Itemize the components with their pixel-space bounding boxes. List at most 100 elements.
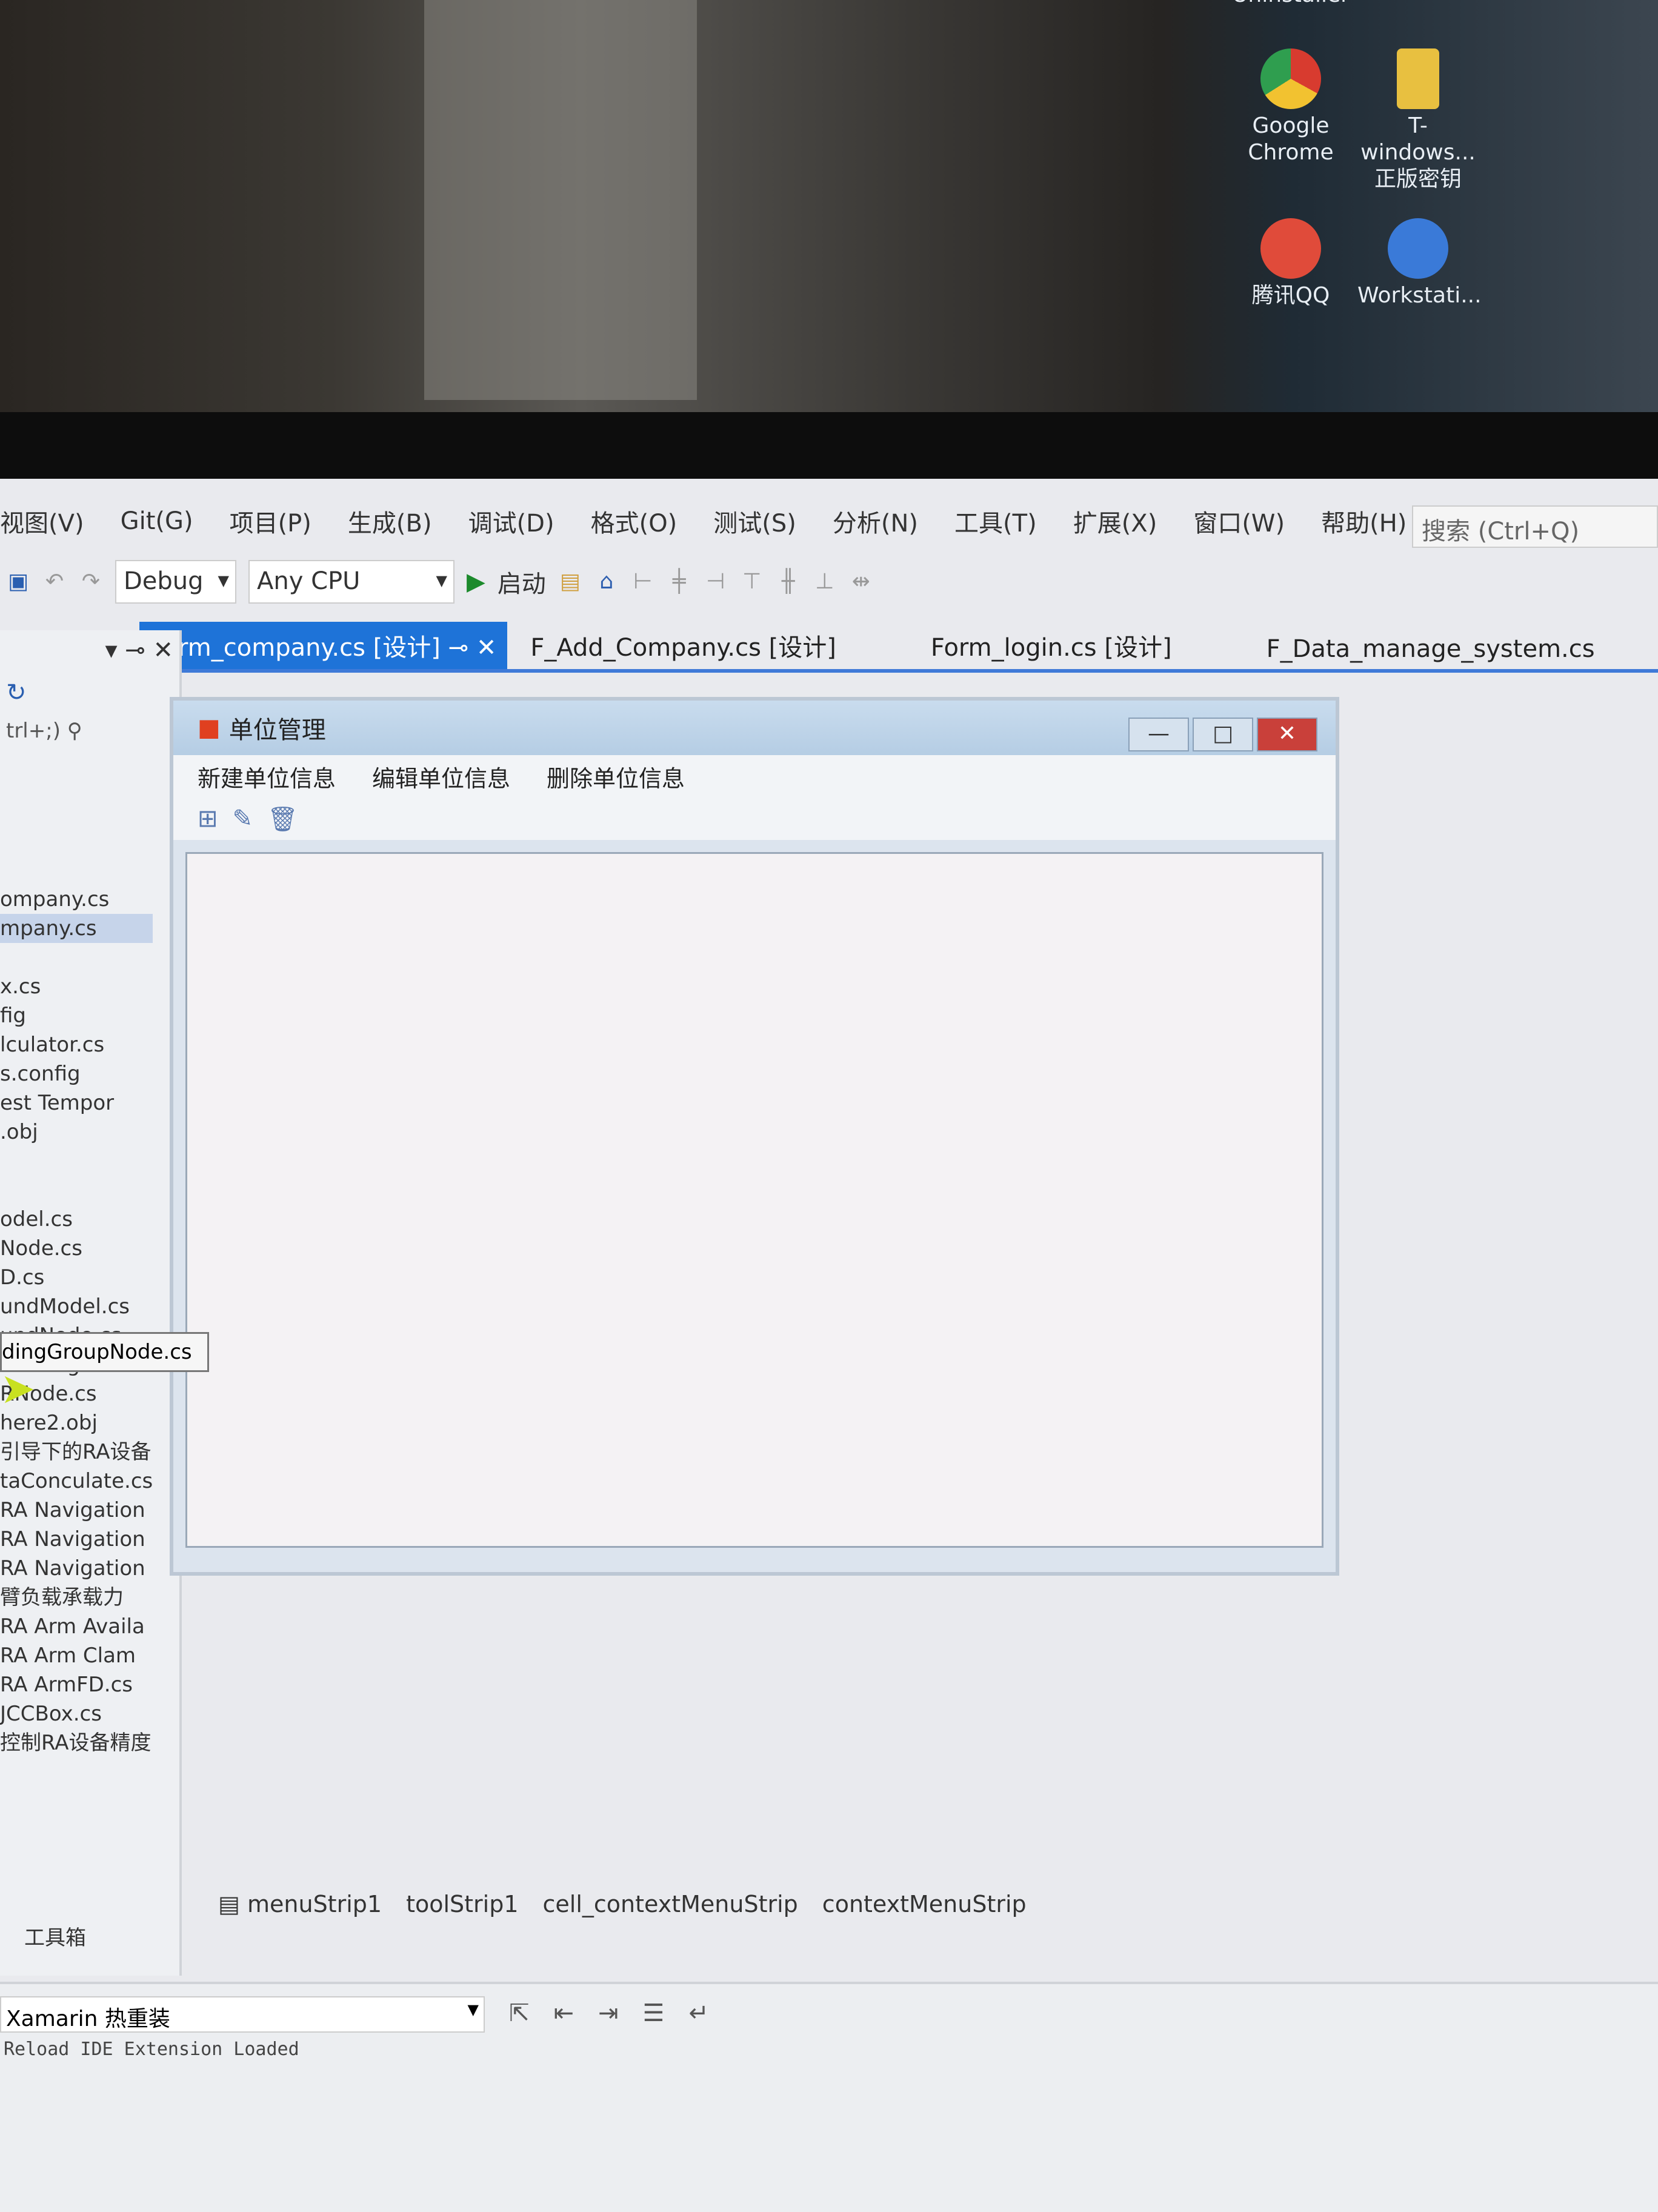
desktop-icon-chrome[interactable]: Google Chrome <box>1230 48 1351 166</box>
tab-f-data-manage-system[interactable]: F_Data_manage_system.cs <box>1256 629 1606 669</box>
menu-new-company[interactable]: 新建单位信息 <box>198 760 336 793</box>
menu-window[interactable]: 窗口(W) <box>1193 504 1285 539</box>
menu-project[interactable]: 项目(P) <box>230 504 311 539</box>
platform-select[interactable]: Any CPU ▼ <box>248 560 454 604</box>
file-item[interactable]: 臂负载承载力 <box>0 1583 153 1612</box>
form-designer[interactable]: ■ 单位管理 — □ ✕ 新建单位信息 编辑单位信息 删除单位信息 ⊞ ✎ 🗑 <box>170 697 1339 1576</box>
file-item[interactable]: RA Navigation <box>0 1554 153 1583</box>
file-item[interactable]: taConculate.cs <box>0 1467 153 1496</box>
key-file-icon <box>1397 48 1439 109</box>
menu-extensions[interactable]: 扩展(X) <box>1073 504 1157 539</box>
go-to-icon[interactable]: ⇱ <box>509 1999 530 2027</box>
maximize-icon[interactable]: □ <box>1193 718 1253 751</box>
close-icon[interactable]: ✕ <box>1257 718 1317 751</box>
file-item[interactable]: 引导下的RA设备 <box>0 1437 153 1467</box>
menu-analyze[interactable]: 分析(N) <box>833 504 918 539</box>
align-middle-icon[interactable]: ╫ <box>776 570 801 594</box>
play-icon[interactable]: ▶ <box>467 568 485 596</box>
chevron-down-icon: ▼ <box>218 572 229 589</box>
config-select[interactable]: Debug ▼ <box>115 560 236 604</box>
file-item[interactable]: est Tempor <box>0 1088 153 1118</box>
form-client-area[interactable] <box>185 852 1323 1548</box>
menu-view[interactable]: 视图(V) <box>0 504 84 539</box>
menu-help[interactable]: 帮助(H) <box>1321 504 1407 539</box>
align-bottom-icon[interactable]: ⊥ <box>813 570 837 594</box>
desktop-icon-key[interactable]: T-windows... 正版密钥 <box>1357 48 1479 193</box>
file-item[interactable]: RA Arm Clam <box>0 1641 153 1670</box>
menu-edit-company[interactable]: 编辑单位信息 <box>372 760 510 793</box>
file-item[interactable]: .obj <box>0 1118 153 1147</box>
menu-delete-company[interactable]: 删除单位信息 <box>547 760 685 793</box>
menu-build[interactable]: 生成(B) <box>348 504 432 539</box>
toolbox-tab[interactable]: 工具箱 <box>24 1921 86 1951</box>
file-item[interactable]: x.cs <box>0 972 153 1001</box>
menu-tools[interactable]: 工具(T) <box>954 504 1037 539</box>
redo-icon[interactable]: ↷ <box>79 570 103 594</box>
align-right-icon[interactable]: ⊣ <box>704 570 728 594</box>
file-item[interactable]: D.cs <box>0 1263 153 1292</box>
menu-debug[interactable]: 调试(D) <box>468 504 554 539</box>
align-center-icon[interactable]: ╪ <box>667 570 691 594</box>
home-icon[interactable]: ⌂ <box>594 570 619 594</box>
solution-explorer: ▾ ⊸ ✕ ↻ trl+;) ⚲ ompany.cs mpany.cs x.cs f… <box>0 630 182 1976</box>
background-wall <box>424 0 697 400</box>
mouse-cursor-icon: ➤ <box>0 1364 36 1413</box>
desktop-icon-qq[interactable]: 腾讯QQ <box>1230 218 1351 309</box>
file-item[interactable]: RA Navigation <box>0 1525 153 1554</box>
file-item[interactable]: mpany.cs <box>0 914 153 943</box>
file-item[interactable]: lculator.cs <box>0 1030 153 1059</box>
clear-all-icon[interactable]: ☰ <box>643 1999 665 2027</box>
menu-format[interactable]: 格式(O) <box>591 504 678 539</box>
align-top-icon[interactable]: ⊤ <box>740 570 764 594</box>
menu-test[interactable]: 测试(S) <box>713 504 796 539</box>
pin-icon[interactable]: ⊸ <box>125 636 145 664</box>
search-icon: ⚲ <box>67 719 82 743</box>
undo-icon[interactable]: ↶ <box>42 570 67 594</box>
pin-icon[interactable]: ⊸ <box>448 634 469 662</box>
file-item[interactable]: JCCBox.cs <box>0 1699 153 1728</box>
search-input[interactable]: 搜索 (Ctrl+Q) <box>1412 505 1658 548</box>
file-item[interactable]: RA Arm Availa <box>0 1612 153 1641</box>
close-icon[interactable]: ✕ <box>476 634 497 662</box>
file-item[interactable]: undModel.cs <box>0 1292 153 1321</box>
desktop-icon-uninstaller[interactable]: Uninstaller <box>1230 0 1351 8</box>
next-icon[interactable]: ⇥ <box>598 1999 619 2027</box>
desktop-icon-workstation[interactable]: Workstati... <box>1357 218 1482 309</box>
tab-f-add-company[interactable]: F_Add_Company.cs [设计] <box>519 622 847 669</box>
minimize-icon[interactable]: — <box>1128 718 1189 751</box>
align-left-icon[interactable]: ⊢ <box>631 570 655 594</box>
spacing-icon[interactable]: ⇹ <box>849 570 873 594</box>
refresh-icon[interactable]: ↻ <box>0 673 179 713</box>
file-item[interactable]: Node.cs <box>0 1234 153 1263</box>
tab-form-company[interactable]: Form_company.cs [设计] ⊸ ✕ <box>139 622 508 669</box>
add-icon[interactable]: ⊞ <box>198 805 218 833</box>
file-item[interactable]: fig <box>0 1001 153 1030</box>
tray-menustrip1[interactable]: ▤ menuStrip1 <box>218 1891 382 1917</box>
tray-toolstrip1[interactable]: toolStrip1 <box>406 1891 518 1917</box>
file-item[interactable] <box>0 1176 153 1205</box>
file-item[interactable]: odel.cs <box>0 1205 153 1234</box>
file-item[interactable]: RA Navigation <box>0 1496 153 1525</box>
file-item[interactable] <box>0 943 153 972</box>
file-item[interactable]: RA ArmFD.cs <box>0 1670 153 1699</box>
trash-icon[interactable]: 🗑 <box>267 805 298 833</box>
chevron-down-icon: ▼ <box>467 2001 479 2018</box>
file-item[interactable]: s.config <box>0 1059 153 1088</box>
file-item[interactable]: ompany.cs <box>0 885 153 914</box>
file-item[interactable]: 控制RA设备精度 <box>0 1728 153 1757</box>
edit-icon[interactable]: ✎ <box>233 805 253 833</box>
dropdown-icon[interactable]: ▾ <box>105 636 117 664</box>
output-source-select[interactable]: Xamarin 热重装 ▼ <box>0 1996 485 2033</box>
explorer-search-input[interactable]: trl+;) ⚲ <box>0 713 179 749</box>
close-icon[interactable]: ✕ <box>153 636 173 664</box>
save-all-icon[interactable]: ▣ <box>6 570 30 594</box>
start-button[interactable]: 启动 <box>498 564 546 599</box>
menu-git[interactable]: Git(G) <box>121 507 193 535</box>
word-wrap-icon[interactable]: ↵ <box>688 1999 709 2027</box>
previous-icon[interactable]: ⇤ <box>554 1999 574 2027</box>
tab-form-login[interactable]: Form_login.cs [设计] <box>920 622 1183 669</box>
tray-cell-context-menu-strip[interactable]: cell_contextMenuStrip <box>543 1891 798 1917</box>
file-item[interactable] <box>0 1147 153 1176</box>
find-file-icon[interactable]: ▤ <box>558 570 582 594</box>
tray-context-menu-strip[interactable]: contextMenuStrip <box>822 1891 1027 1917</box>
